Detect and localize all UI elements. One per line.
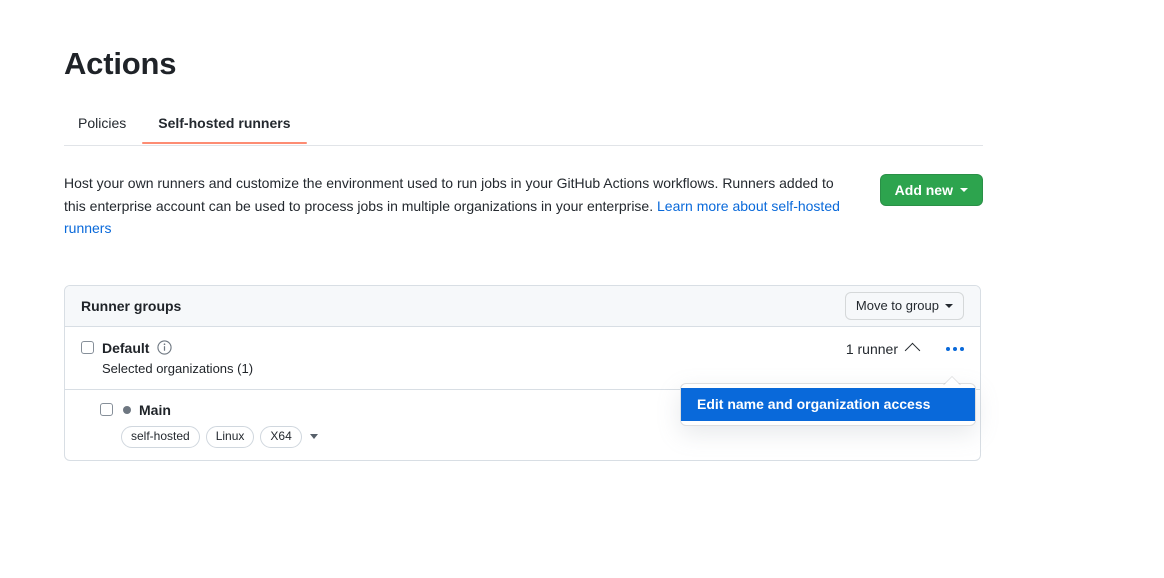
group-actions-menu: Edit name and organization access — [680, 383, 976, 426]
kebab-dot — [953, 347, 957, 351]
tab-navigation: Policies Self-hosted runners — [64, 113, 983, 146]
runner-select-checkbox[interactable] — [100, 403, 113, 416]
move-to-group-button[interactable]: Move to group — [845, 292, 964, 320]
menu-caret-inner-icon — [944, 377, 960, 385]
menu-item-edit-name-and-organization-access[interactable]: Edit name and organization access — [681, 388, 975, 421]
runner-count-toggle[interactable]: 1 runner — [846, 341, 918, 357]
runner-label-x64[interactable]: X64 — [260, 426, 301, 448]
group-actions-kebab-button[interactable] — [946, 343, 964, 355]
group-subtitle: Selected organizations (1) — [81, 360, 253, 378]
runner-status-dot-icon — [123, 406, 131, 414]
intro-description: Host your own runners and customize the … — [64, 172, 843, 240]
info-circle-icon[interactable] — [157, 340, 172, 355]
page-title: Actions — [64, 0, 984, 84]
runner-label-linux[interactable]: Linux — [206, 426, 255, 448]
group-name: Default — [102, 339, 149, 357]
runner-group-row-default: Default Selected organizations (1) 1 run… — [65, 327, 980, 390]
runner-groups-title: Runner groups — [81, 298, 181, 314]
runner-count-label: 1 runner — [846, 341, 898, 357]
chevron-down-icon — [945, 304, 953, 308]
group-row-right: 1 runner — [846, 339, 964, 357]
kebab-dot — [946, 347, 950, 351]
move-to-group-label: Move to group — [856, 298, 939, 313]
group-row-left: Default Selected organizations (1) — [81, 339, 253, 378]
runner-labels: self-hosted Linux X64 — [100, 426, 318, 448]
runner-groups-card: Runner groups Move to group Default — [64, 285, 981, 461]
runner-row-left: Main self-hosted Linux X64 — [100, 401, 318, 448]
kebab-dot — [960, 347, 964, 351]
tab-policies[interactable]: Policies — [64, 113, 142, 143]
chevron-up-icon — [905, 343, 921, 359]
add-new-label: Add new — [895, 182, 953, 198]
actions-settings-page: Actions Policies Self-hosted runners Hos… — [64, 0, 984, 461]
chevron-down-icon — [960, 188, 968, 192]
runner-name: Main — [139, 401, 171, 419]
runner-row-main-line: Main — [100, 401, 318, 419]
runner-groups-header: Runner groups Move to group — [65, 286, 980, 327]
intro-section: Host your own runners and customize the … — [64, 172, 983, 240]
add-new-button[interactable]: Add new — [880, 174, 983, 206]
tab-self-hosted-runners[interactable]: Self-hosted runners — [142, 113, 306, 143]
group-select-checkbox[interactable] — [81, 341, 94, 354]
runner-label-self-hosted[interactable]: self-hosted — [121, 426, 200, 448]
group-row-main: Default — [81, 339, 253, 357]
chevron-down-icon[interactable] — [310, 434, 318, 439]
